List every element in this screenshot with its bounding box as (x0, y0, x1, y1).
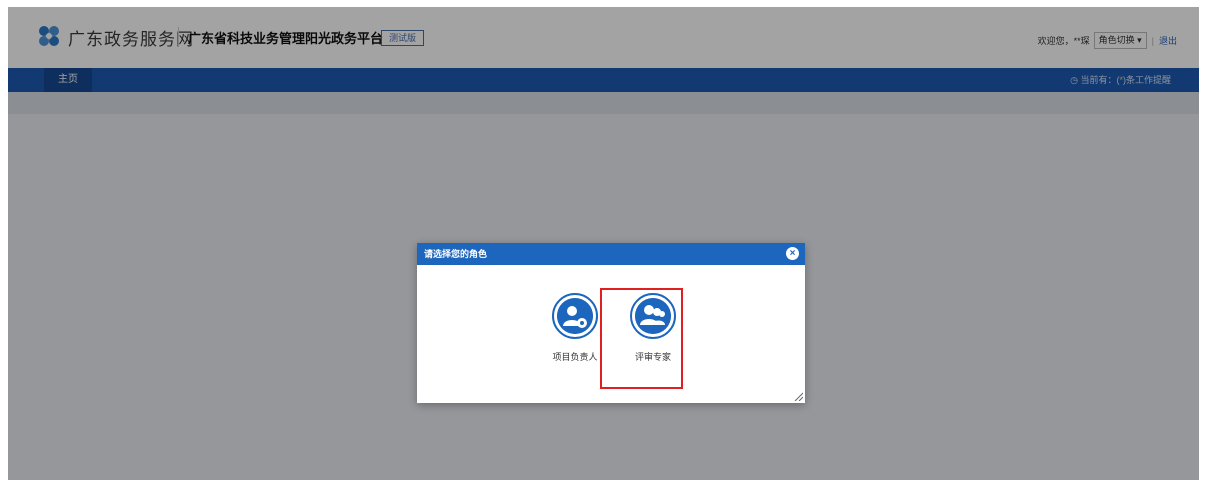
role-select-dialog: 请选择您的角色 × 项目负责人 评审专家 (417, 243, 805, 403)
selection-highlight (600, 288, 683, 389)
user-gear-icon (557, 298, 593, 334)
page: 广东政务服务网 广东省科技业务管理阳光政务平台 测试版 欢迎您，**琛 角色切换… (8, 7, 1199, 480)
close-icon[interactable]: × (786, 247, 799, 260)
dialog-header: 请选择您的角色 × (417, 243, 805, 265)
resize-handle-icon[interactable] (793, 391, 803, 401)
dialog-title: 请选择您的角色 (424, 249, 488, 259)
role-icon-ring (552, 293, 598, 339)
